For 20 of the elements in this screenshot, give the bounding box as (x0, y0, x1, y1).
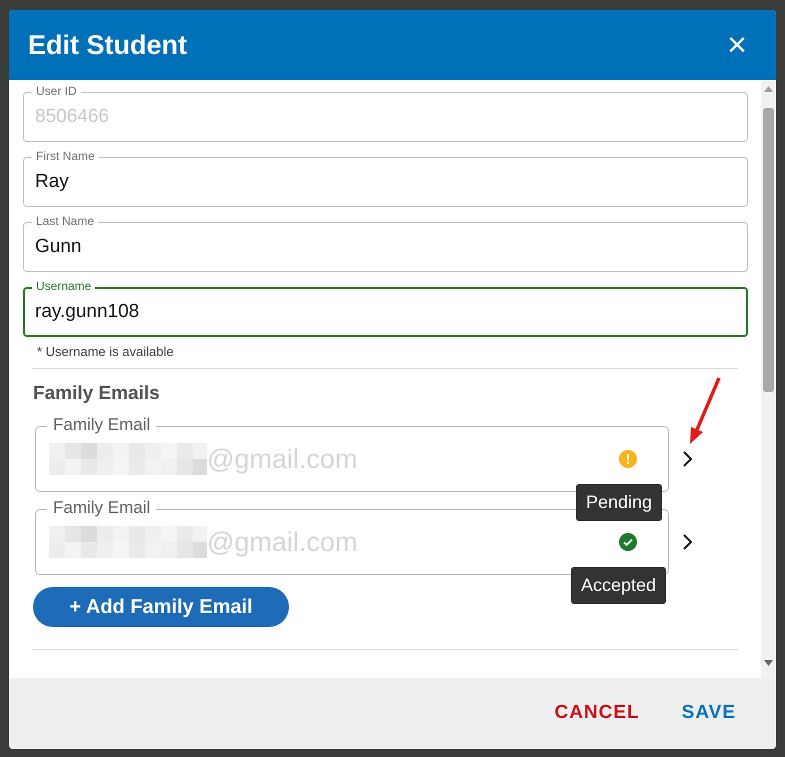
close-button[interactable]: × (727, 28, 747, 62)
field-value: Gunn (35, 234, 82, 259)
field-label: First Name (32, 149, 99, 163)
section-heading: Family Emails (33, 382, 161, 406)
dialog-title: Edit Student (28, 28, 187, 62)
chevron-right-icon[interactable] (682, 534, 692, 550)
chevron-right-icon[interactable] (682, 451, 692, 467)
cancel-button[interactable]: CANCEL (544, 693, 650, 734)
helper-text: * Username is available (37, 343, 175, 361)
field-label: User ID (32, 84, 81, 98)
field-value: Ray (35, 170, 69, 194)
tooltip: Pending (576, 484, 662, 521)
field-label: Family Email (47, 415, 156, 435)
field-label: Family Email (47, 498, 156, 518)
field-label: Username (32, 279, 96, 293)
add-family-email-button[interactable]: + Add Family Email (33, 587, 289, 627)
field-label: Last Name (32, 214, 98, 228)
tooltip: Accepted (571, 567, 666, 604)
save-button[interactable]: SAVE (672, 693, 746, 734)
field-value: ray.gunn108 (35, 300, 140, 324)
